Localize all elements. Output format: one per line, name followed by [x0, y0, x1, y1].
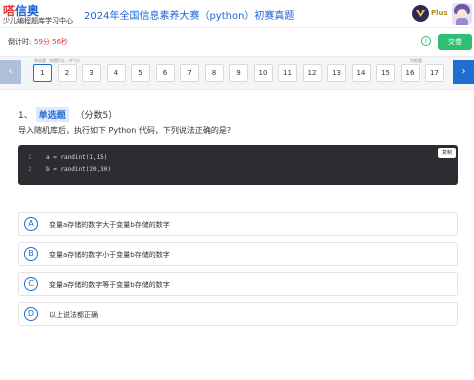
line-number: 2 — [28, 166, 32, 173]
chevron-right-icon[interactable]: › — [453, 60, 474, 84]
option-text: 变量a存储的数字小于变量b存储的数字 — [49, 251, 170, 259]
question-number-button[interactable]: 7 — [180, 64, 199, 82]
option-letter: A — [24, 217, 38, 231]
question-number-button[interactable]: 9 — [229, 64, 248, 82]
code-block: 复制 1 a = randint(1,15) 2 b = randint(20,… — [18, 145, 458, 185]
question-number: 1、 — [18, 111, 33, 121]
timer-value: 59分 56秒 — [34, 38, 69, 46]
line-number: 1 — [28, 154, 32, 161]
question-number-button[interactable]: 11 — [278, 64, 297, 82]
code-line: 1 a = randint(1,15) — [18, 154, 438, 165]
option-text: 以上说法都正确 — [49, 311, 98, 319]
logo-subtitle: 少儿编程题库学习中心 — [3, 17, 73, 25]
question-number-button[interactable]: 15 — [376, 64, 395, 82]
question-type-badge: 单选题 — [35, 107, 69, 122]
option-text: 变量a存储的数字大于变量b存储的数字 — [49, 221, 170, 229]
submit-button[interactable]: 交卷 — [438, 34, 472, 50]
copy-button[interactable]: 复制 — [438, 148, 456, 158]
question-number-button[interactable]: 10 — [253, 64, 273, 82]
code-text: a = randint(1,15) — [46, 154, 108, 161]
question-number-button[interactable]: 12 — [302, 64, 322, 82]
option-letter: B — [24, 247, 38, 261]
option-letter: C — [24, 277, 38, 291]
question-number-button[interactable]: 17 — [425, 64, 444, 82]
plus-label: Plus — [431, 9, 448, 17]
question-number-button[interactable]: 5 — [131, 64, 150, 82]
question-number-button[interactable]: 4 — [106, 64, 126, 82]
chevron-left-icon[interactable]: ‹ — [0, 60, 21, 84]
question-number-button[interactable]: 6 — [155, 64, 175, 82]
avatar[interactable] — [452, 3, 472, 25]
code-line: 2 b = randint(20,30) — [18, 166, 438, 177]
plus-membership-icon — [412, 5, 429, 22]
option-b[interactable]: B 变量a存储的数字小于变量b存储的数字 — [18, 242, 458, 266]
option-a[interactable]: A 变量a存储的数字大于变量b存储的数字 — [18, 212, 458, 236]
timer-bar: 倒计时: 59分 56秒 i 交卷 — [0, 28, 474, 56]
question-number-button[interactable]: 2 — [57, 64, 77, 82]
question-header: 1、 单选题 （分数5） — [18, 107, 117, 122]
app-header: 嗒信奥 少儿编程题库学习中心 2024年全国信息素养大赛（python）初赛真题… — [0, 0, 474, 28]
option-d[interactable]: D 以上说法都正确 — [18, 302, 458, 326]
option-c[interactable]: C 变量a存储的数字等于变量b存储的数字 — [18, 272, 458, 296]
question-number-button[interactable]: 3 — [82, 64, 101, 82]
plus-badge[interactable]: Plus — [412, 5, 448, 22]
question-number-button[interactable]: 1 — [33, 64, 52, 82]
question-number-button[interactable]: 8 — [204, 64, 224, 82]
question-text: 导入随机库后，执行如下 Python 代码，下列说法正确的是? — [18, 126, 232, 135]
question-number-button[interactable]: 13 — [327, 64, 346, 82]
code-text: b = randint(20,30) — [46, 166, 112, 173]
timer-label: 倒计时: — [8, 38, 32, 46]
question-nav: ‹ 单选题（每题5分，共?分） 判断题 1 2 3 4 5 6 7 8 9 10 11 12 13 14 1… — [0, 56, 474, 90]
question-number-button[interactable]: 16 — [400, 64, 420, 82]
info-icon[interactable]: i — [421, 36, 431, 46]
option-text: 变量a存储的数字等于变量b存储的数字 — [49, 281, 170, 289]
page-title: 2024年全国信息素养大赛（python）初赛真题 — [84, 11, 295, 22]
option-letter: D — [24, 307, 38, 321]
question-score: （分数5） — [75, 111, 118, 121]
question-number-button[interactable]: 14 — [351, 64, 371, 82]
site-logo[interactable]: 嗒信奥 少儿编程题库学习中心 — [3, 2, 73, 26]
